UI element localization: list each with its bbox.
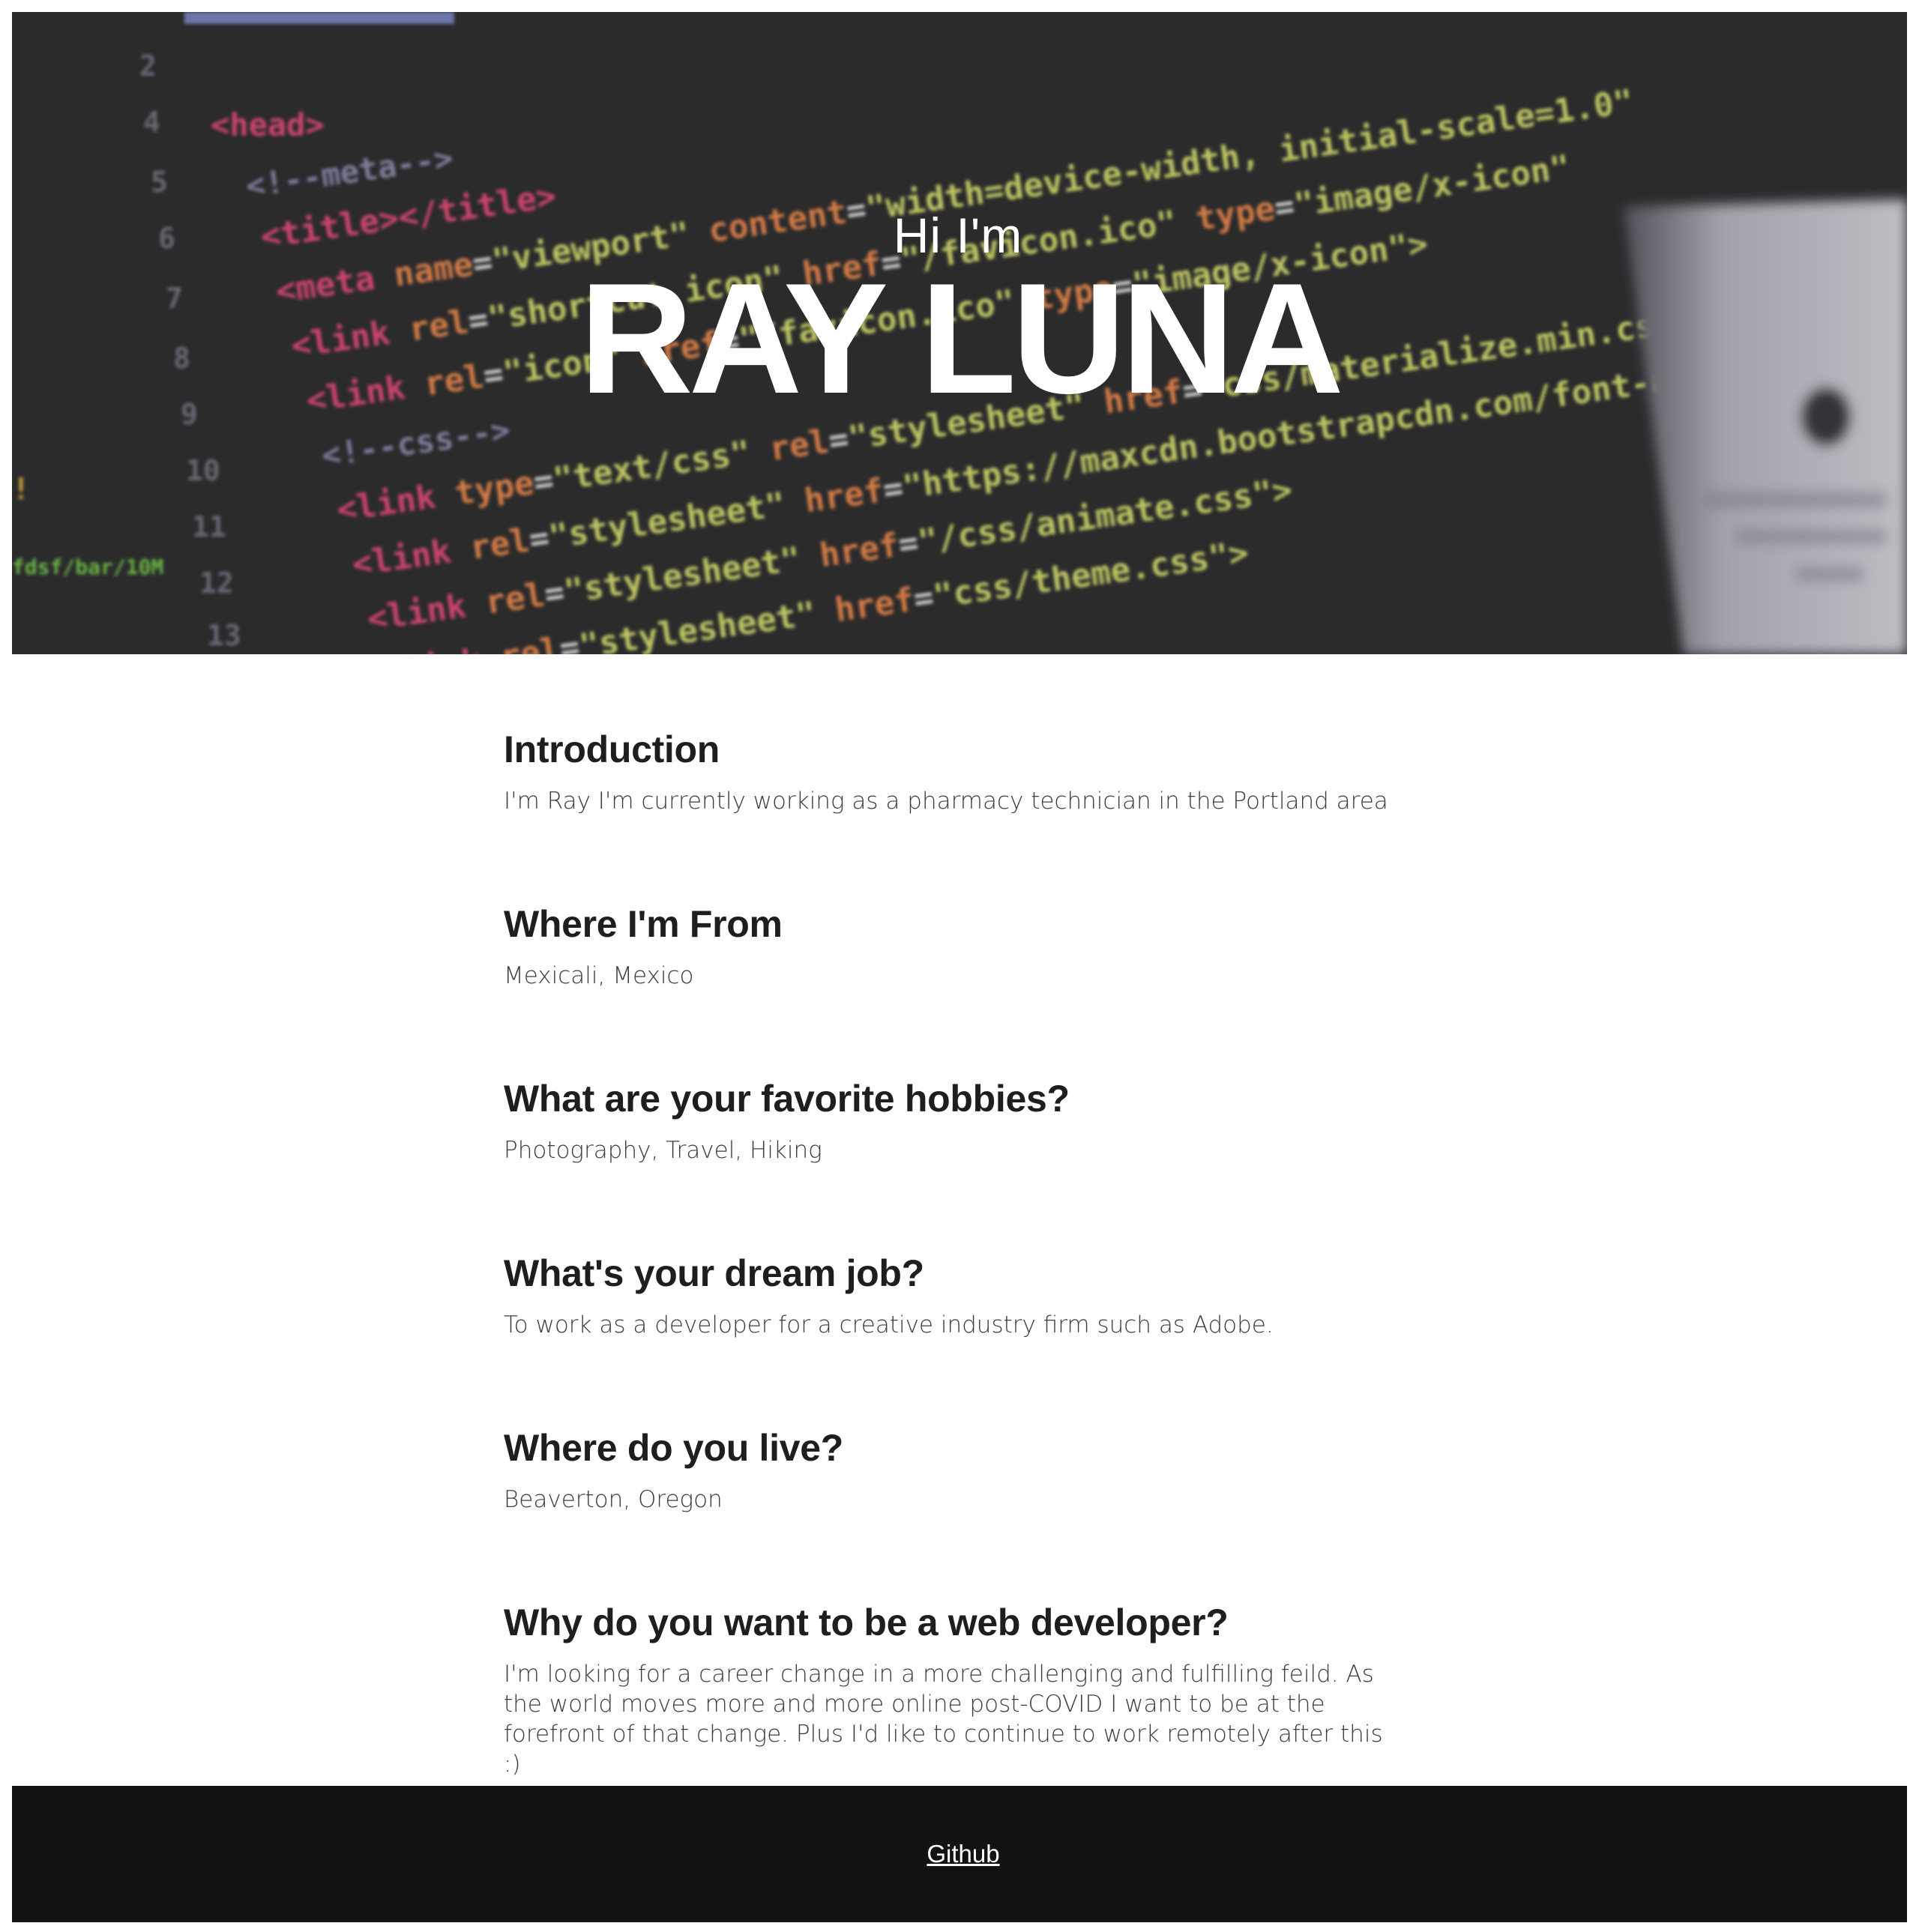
section-heading: What's your dream job?: [504, 1252, 924, 1294]
section-why-web-developer: Why do you want to be a web developer? I…: [504, 1596, 1388, 1779]
section-body: I'm looking for a career change in a mor…: [504, 1661, 1383, 1778]
section-introduction: Introduction I'm Ray I'm currently worki…: [504, 723, 1388, 816]
section-heading: Where I'm From: [504, 903, 783, 945]
github-link[interactable]: Github: [927, 1840, 999, 1868]
section-heading: Introduction: [504, 728, 720, 770]
section-where-from: Where I'm From Mexicali, Mexico: [504, 898, 783, 991]
section-body: To work as a developer for a creative in…: [504, 1311, 1274, 1338]
footer: Github: [12, 1786, 1907, 1922]
section-heading: What are your favorite hobbies?: [504, 1078, 1070, 1120]
section-body: Beaverton, Oregon: [504, 1486, 723, 1513]
hero-name: RAY LUNA: [579, 250, 1344, 426]
section-heading: Where do you live?: [504, 1427, 843, 1469]
section-where-live: Where do you live? Beaverton, Oregon: [504, 1422, 843, 1515]
section-heading: Why do you want to be a web developer?: [504, 1602, 1229, 1643]
section-body: I'm Ray I'm currently working as a pharm…: [504, 788, 1388, 815]
section-body: Mexicali, Mexico: [504, 962, 694, 989]
section-hobbies: What are your favorite hobbies? Photogra…: [504, 1072, 1070, 1165]
hero-banner: 2 4 5 6 7 8 9 10 11 12 13 <head> <!--met…: [12, 12, 1907, 654]
section-body: Photography, Travel, Hiking: [504, 1137, 822, 1164]
hero-title-block: Hi I'm RAY LUNA: [12, 211, 1907, 417]
section-dream-job: What's your dream job? To work as a deve…: [504, 1247, 1274, 1340]
